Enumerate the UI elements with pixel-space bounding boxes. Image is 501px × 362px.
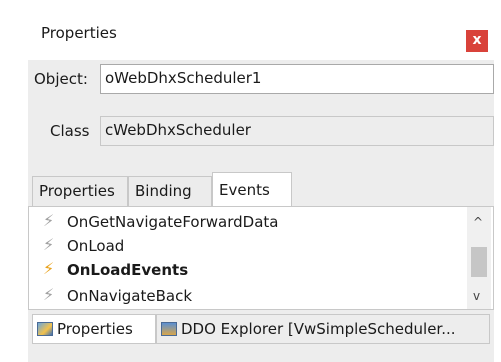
- scroll-down-icon[interactable]: v: [473, 289, 480, 303]
- object-field[interactable]: oWebDhxScheduler1: [100, 64, 494, 94]
- title-bar: Properties x: [28, 16, 494, 56]
- class-field: cWebDhxScheduler: [100, 116, 494, 146]
- bottom-tab-label: Properties: [57, 320, 133, 338]
- close-button[interactable]: x: [466, 30, 488, 52]
- tab-properties[interactable]: Properties: [32, 176, 128, 206]
- lightning-icon: ⚡: [43, 285, 55, 304]
- lightning-icon: ⚡: [43, 259, 55, 278]
- object-label: Object:: [34, 70, 88, 88]
- ddo-tree-icon: [161, 322, 177, 336]
- bottom-tab-ddo-explorer[interactable]: DDO Explorer [VwSimpleScheduler...: [156, 314, 490, 344]
- tab-binding[interactable]: Binding: [128, 176, 212, 206]
- lightning-icon: ⚡: [43, 235, 55, 254]
- vertical-scrollbar[interactable]: ^ v: [467, 207, 491, 309]
- events-list: ⚡ OnGetNavigateForwardData ⚡ OnLoad ⚡ On…: [28, 206, 494, 310]
- bottom-tab-strip: Properties DDO Explorer [VwSimpleSchedul…: [28, 312, 494, 348]
- tab-events[interactable]: Events: [212, 172, 292, 206]
- scroll-thumb[interactable]: [471, 247, 487, 277]
- window-title: Properties: [41, 24, 117, 42]
- scroll-up-icon[interactable]: ^: [473, 215, 483, 229]
- event-label: OnGetNavigateForwardData: [67, 213, 279, 231]
- event-label: OnNavigateBack: [67, 287, 193, 305]
- event-label: OnLoad: [67, 237, 125, 255]
- lightning-icon: ⚡: [43, 211, 55, 230]
- bottom-tab-label: DDO Explorer [VwSimpleScheduler...: [181, 320, 456, 338]
- event-label: OnLoadEvents: [67, 261, 189, 279]
- class-label: Class: [50, 122, 90, 140]
- class-row: Class cWebDhxScheduler: [28, 112, 494, 152]
- bottom-tab-properties[interactable]: Properties: [32, 314, 156, 344]
- properties-panel: Object: oWebDhxScheduler1 Class cWebDhxS…: [28, 60, 494, 362]
- object-row: Object: oWebDhxScheduler1: [28, 60, 494, 100]
- tab-strip: Properties Binding Events: [28, 172, 494, 206]
- properties-icon: [37, 322, 53, 336]
